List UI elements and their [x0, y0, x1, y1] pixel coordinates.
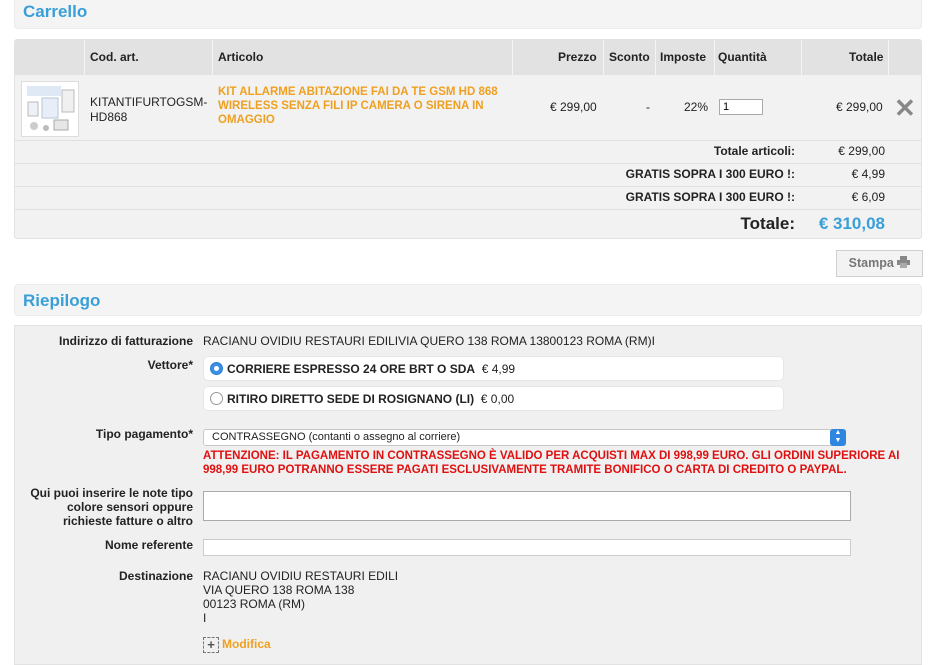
- grand-total-value: € 310,08: [818, 214, 885, 233]
- carrier-radio-express[interactable]: [210, 362, 223, 375]
- destination-label: Destinazione: [118, 569, 193, 583]
- remove-item-close-icon[interactable]: ✕: [894, 95, 916, 121]
- header-code: Cod. art.: [90, 50, 139, 64]
- destination-line-3: 00123 ROMA (RM): [203, 597, 306, 611]
- item-tax: 22%: [684, 100, 709, 114]
- carrier-radio-pickup[interactable]: [210, 392, 223, 405]
- chevron-updown-icon: ▲ ▼: [830, 429, 846, 446]
- grand-total-label: Totale:: [740, 214, 795, 233]
- summary-title: Riepilogo: [23, 291, 101, 310]
- summary-label-shipping-2: GRATIS SOPRA I 300 EURO !:: [625, 190, 795, 204]
- billing-value: RACIANU OVIDIU RESTAURI EDILIVIA QUERO 1…: [203, 334, 655, 348]
- header-total: Totale: [849, 50, 884, 64]
- cart-table-header: [15, 40, 921, 75]
- notes-textarea[interactable]: [203, 491, 851, 521]
- carrier-label: Vettore*: [147, 358, 193, 372]
- header-discount: Sconto: [609, 50, 650, 64]
- summary-value-shipping-2: € 6,09: [851, 190, 885, 204]
- summary-label-items: Totale articoli:: [713, 144, 795, 158]
- payment-selected-value: CONTRASSEGNO (contanti o assegno al corr…: [212, 431, 461, 443]
- item-code: KITANTIFURTOGSM-HD868: [90, 95, 208, 124]
- carrier-name-express: CORRIERE ESPRESSO 24 ORE BRT O SDA: [227, 362, 476, 376]
- header-tax: Imposte: [660, 50, 707, 64]
- carrier-name-pickup: RITIRO DIRETTO SEDE DI ROSIGNANO (LI): [227, 392, 475, 406]
- print-button[interactable]: Stampa: [836, 250, 923, 277]
- plus-icon: +: [203, 637, 219, 653]
- payment-label: Tipo pagamento*: [95, 427, 193, 441]
- item-name-link[interactable]: KIT ALLARME ABITAZIONE FAI DA TE GSM HD …: [218, 85, 508, 127]
- header-quantity: Quantità: [718, 50, 767, 64]
- cart-table: Cod. art. Articolo Prezzo Sconto Imposte…: [14, 39, 922, 239]
- summary-value-shipping-1: € 4,99: [851, 167, 885, 181]
- edit-destination-button[interactable]: + Modifica: [203, 637, 271, 653]
- header-article: Articolo: [218, 50, 264, 64]
- item-price: € 299,00: [550, 100, 597, 114]
- destination-line-4: I: [203, 611, 207, 625]
- referent-label: Nome referente: [104, 538, 193, 552]
- summary-label-shipping-1: GRATIS SOPRA I 300 EURO !:: [625, 167, 795, 181]
- destination-address: RACIANU OVIDIU RESTAURI EDILI VIA QUERO …: [203, 569, 398, 625]
- summary-panel: Indirizzo di fatturazione RACIANU OVIDIU…: [14, 325, 922, 665]
- destination-line-2: VIA QUERO 138 ROMA 138: [203, 583, 355, 597]
- destination-line-1: RACIANU OVIDIU RESTAURI EDILI: [203, 569, 399, 583]
- notes-label: Qui puoi inserire le note tipo colore se…: [30, 486, 193, 528]
- payment-warning: ATTENZIONE: IL PAGAMENTO IN CONTRASSEGNO…: [203, 450, 900, 476]
- summary-section-header: Riepilogo: [14, 284, 922, 316]
- item-total: € 299,00: [836, 100, 883, 114]
- carrier-option-express[interactable]: CORRIERE ESPRESSO 24 ORE BRT O SDA € 4,9…: [203, 356, 784, 381]
- payment-select[interactable]: CONTRASSEGNO (contanti o assegno al corr…: [203, 429, 846, 446]
- header-price: Prezzo: [558, 50, 597, 64]
- cart-section-header: Carrello: [14, 0, 922, 29]
- carrier-option-pickup[interactable]: RITIRO DIRETTO SEDE DI ROSIGNANO (LI) € …: [203, 386, 784, 411]
- print-label: Stampa: [848, 256, 894, 270]
- item-discount: -: [646, 100, 650, 114]
- cart-title: Carrello: [23, 2, 88, 21]
- carrier-price-express: € 4,99: [481, 362, 516, 376]
- billing-label: Indirizzo di fatturazione: [59, 334, 193, 348]
- printer-icon: [897, 256, 911, 270]
- edit-label: Modifica: [222, 637, 271, 652]
- quantity-input[interactable]: [719, 99, 763, 115]
- referent-input[interactable]: [203, 539, 851, 556]
- product-thumbnail[interactable]: [21, 81, 79, 137]
- carrier-price-pickup: € 0,00: [480, 392, 515, 406]
- summary-value-items: € 299,00: [838, 144, 885, 158]
